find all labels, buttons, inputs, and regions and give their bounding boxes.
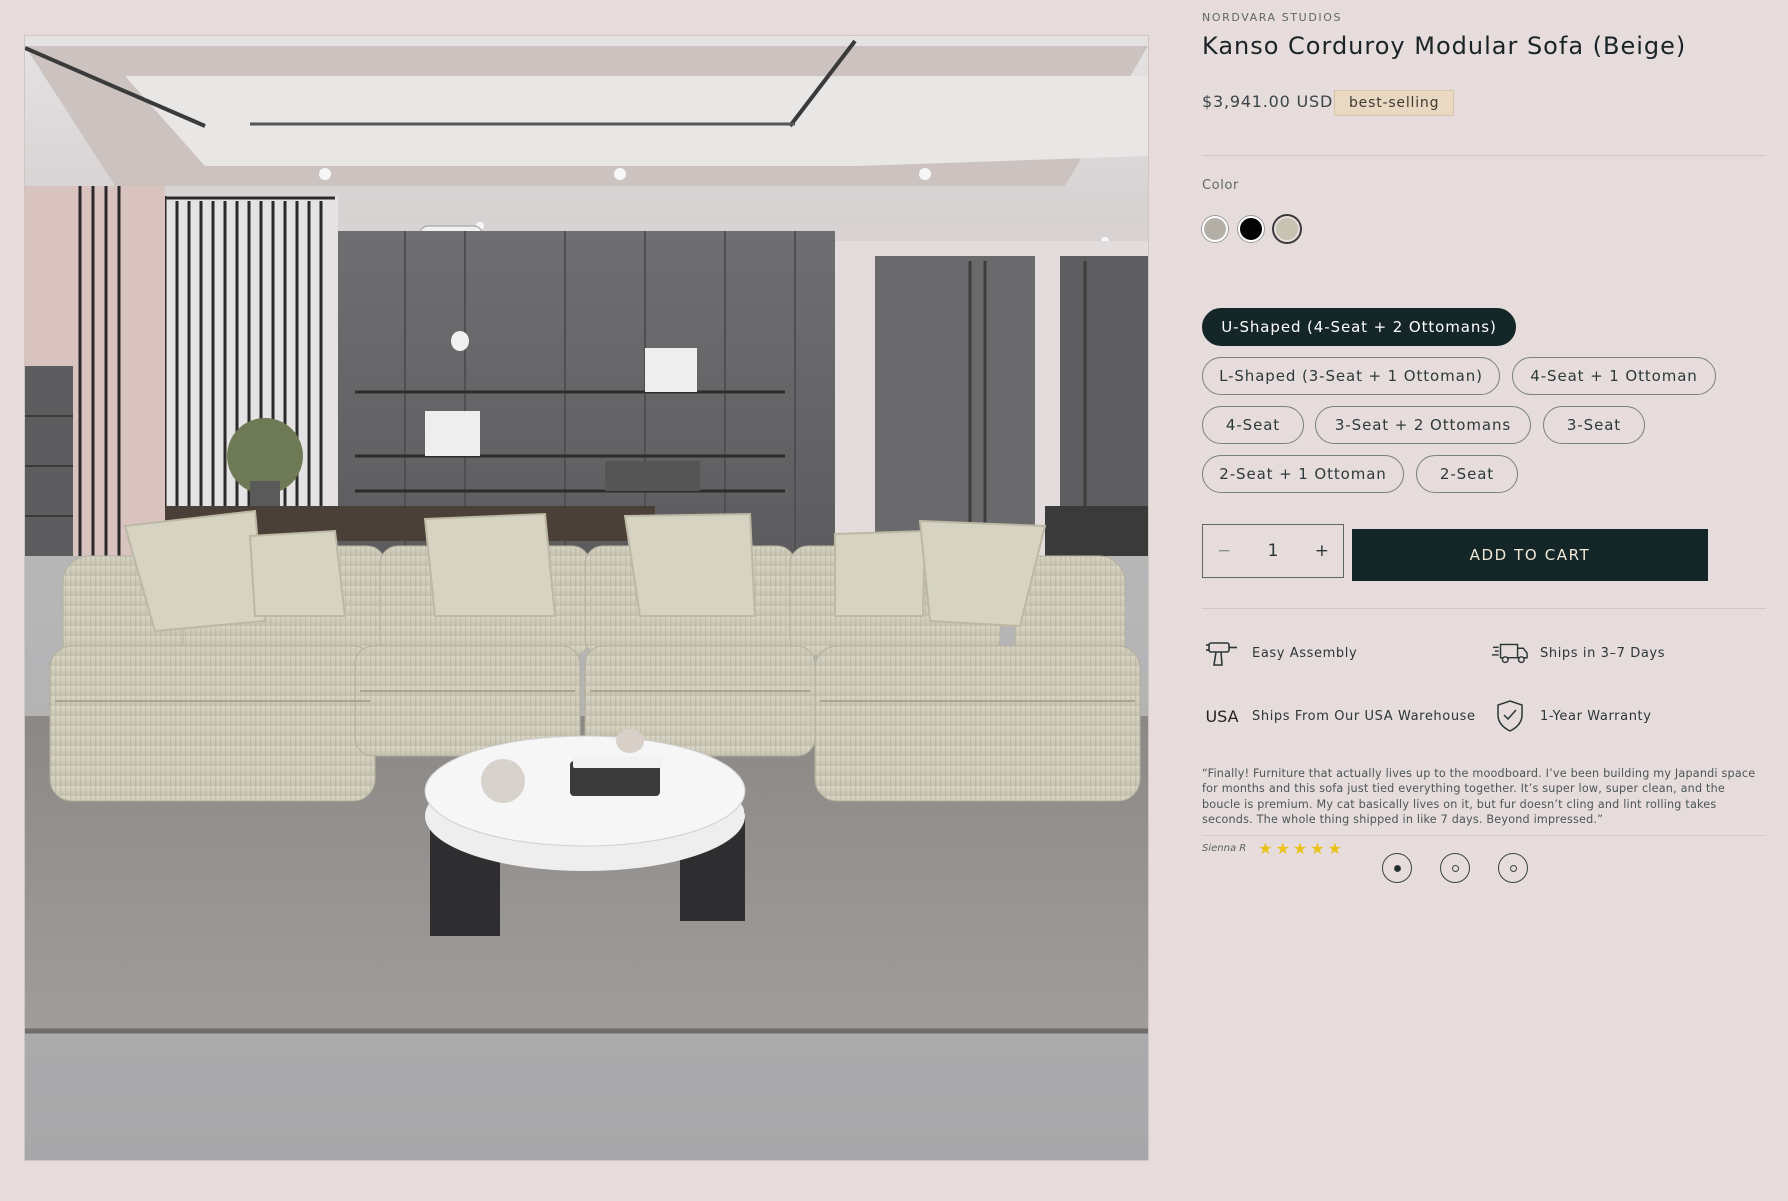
review-text: “Finally! Furniture that actually lives …	[1202, 767, 1756, 827]
product-title: Kanso Corduroy Modular Sofa (Beige)	[1202, 32, 1687, 60]
carousel-dot-1[interactable]	[1382, 853, 1412, 883]
color-label: Color	[1202, 178, 1239, 193]
feature-label: Easy Assembly	[1252, 645, 1358, 661]
variant-option-4-seat[interactable]: 4-Seat	[1202, 406, 1304, 444]
variant-option-3-seat-2-ottomans[interactable]: 3-Seat + 2 Ottomans	[1315, 406, 1531, 444]
drill-icon	[1204, 635, 1240, 671]
shield-check-icon	[1492, 698, 1528, 734]
star-rating: ★★★★★	[1258, 839, 1345, 858]
feature-usa-warehouse: USA Ships From Our USA Warehouse	[1204, 698, 1476, 734]
feature-label: Ships From Our USA Warehouse	[1252, 708, 1476, 724]
living-room-photo	[25, 36, 1148, 1160]
quantity-decrease-button[interactable]: −	[1217, 541, 1231, 561]
usa-text-icon: USA	[1205, 706, 1239, 726]
carousel-dot-3[interactable]	[1498, 853, 1528, 883]
feature-warranty: 1-Year Warranty	[1492, 698, 1652, 734]
feature-easy-assembly: Easy Assembly	[1204, 635, 1357, 671]
color-swatches	[1202, 216, 1300, 242]
delivery-truck-icon	[1492, 635, 1528, 671]
feature-shipping-time: Ships in 3–7 Days	[1492, 635, 1665, 671]
vendor-name[interactable]: NORDVARA STUDIOS	[1202, 11, 1342, 24]
feature-label: 1-Year Warranty	[1540, 708, 1652, 724]
feature-label: Ships in 3–7 Days	[1540, 645, 1666, 661]
variant-option-l-shaped[interactable]: L-Shaped (3-Seat + 1 Ottoman)	[1202, 357, 1500, 395]
variant-option-4-seat-1-ottoman[interactable]: 4-Seat + 1 Ottoman	[1512, 357, 1716, 395]
carousel-dot-2[interactable]	[1440, 853, 1470, 883]
status-badge: best-selling	[1334, 90, 1455, 116]
variant-option-u-shaped[interactable]: U-Shaped (4-Seat + 2 Ottomans)	[1202, 308, 1516, 346]
quantity-value[interactable]: 1	[1268, 541, 1279, 561]
quantity-stepper: − 1 +	[1202, 524, 1344, 578]
divider	[1202, 155, 1766, 156]
product-info: NORDVARA STUDIOS Kanso Corduroy Modular …	[1202, 0, 1766, 1201]
product-image[interactable]	[24, 35, 1149, 1161]
review-author: Sienna R	[1202, 843, 1247, 854]
divider	[1202, 608, 1766, 609]
quantity-increase-button[interactable]: +	[1315, 541, 1329, 561]
variant-option-2-seat-1-ottoman[interactable]: 2-Seat + 1 Ottoman	[1202, 455, 1404, 493]
add-to-cart-button[interactable]: ADD TO CART	[1352, 529, 1708, 581]
variant-option-2-seat[interactable]: 2-Seat	[1416, 455, 1518, 493]
review-carousel-dots	[1382, 853, 1528, 883]
variant-option-3-seat[interactable]: 3-Seat	[1543, 406, 1645, 444]
color-swatch-black[interactable]	[1238, 216, 1264, 242]
color-swatch-beige-grey[interactable]	[1202, 216, 1228, 242]
product-price: $3,941.00 USD	[1202, 92, 1334, 111]
color-swatch-sage-beige[interactable]	[1274, 216, 1300, 242]
